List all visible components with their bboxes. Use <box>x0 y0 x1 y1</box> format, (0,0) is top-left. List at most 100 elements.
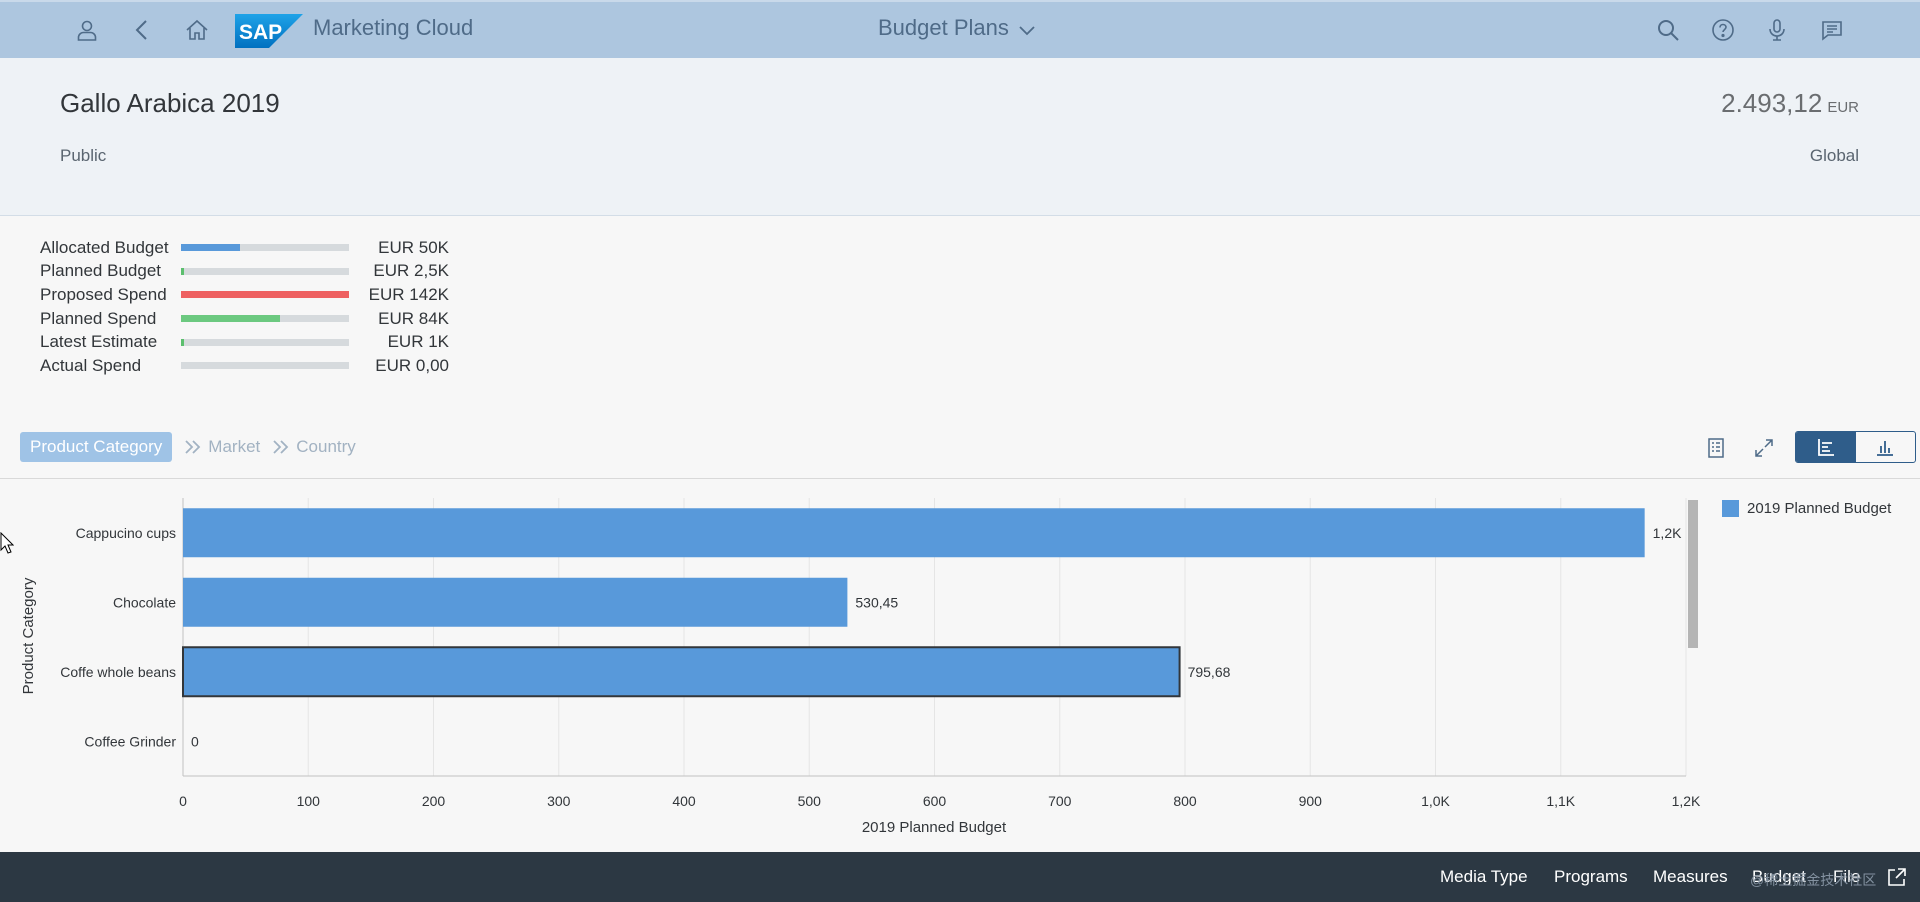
media-type-button[interactable]: Media Type <box>1440 867 1528 887</box>
budget-chart: 0 100 200 300 400 500 600 700 800 900 1,0K 1,1K 1,2K… <box>0 480 1920 852</box>
budget-bar-label: Actual Spend <box>40 355 142 375</box>
category-label: Cappucino cups <box>76 525 176 541</box>
chart-scrollbar[interactable] <box>1688 500 1698 648</box>
watermark: @稀土掘金技术社区 <box>1750 872 1877 888</box>
scope-label: Global <box>1809 146 1859 165</box>
help-icon[interactable] <box>1709 16 1737 44</box>
share-icon[interactable] <box>1886 866 1908 888</box>
budget-bar-value: EUR 50K <box>378 237 449 257</box>
budget-bar-track <box>181 267 349 275</box>
programs-button[interactable]: Programs <box>1554 867 1628 887</box>
amount-value: 2.493,12 <box>1721 88 1823 118</box>
object-header: Gallo Arabica 2019 Public 2.493,12 EUR G… <box>0 58 1920 216</box>
data-label: 795,68 <box>1188 664 1231 680</box>
budget-bar-track <box>181 291 349 299</box>
double-chevron-right-icon <box>273 440 289 454</box>
chevron-down-icon <box>1019 26 1035 36</box>
svg-text:SAP: SAP <box>239 21 282 44</box>
back-icon[interactable] <box>129 16 157 44</box>
chart-bar <box>182 646 1181 698</box>
drill-country[interactable]: Country <box>296 437 356 457</box>
budget-bars: Allocated Budget EUR 50K Planned Budget … <box>40 236 460 378</box>
drilldown-breadcrumb: Product Category Market Country <box>20 431 356 463</box>
budget-bar-fill <box>181 291 349 299</box>
budget-bar-fill <box>181 338 185 346</box>
x-tick-label: 900 <box>1299 793 1323 809</box>
legend-label: 2019 Planned Budget <box>1747 500 1892 517</box>
budget-bar-fill <box>181 267 185 275</box>
budget-bar-label: Planned Spend <box>40 308 157 328</box>
x-tick-label: 100 <box>297 793 321 809</box>
measures-button[interactable]: Measures <box>1653 867 1728 887</box>
x-tick-label: 200 <box>422 793 446 809</box>
data-label: 0 <box>191 733 199 749</box>
budget-bar-track <box>181 244 349 252</box>
notifications-menu-icon[interactable] <box>1818 16 1846 44</box>
app-title: Marketing Cloud <box>313 15 474 40</box>
budget-bar-row: Planned Spend EUR 84K <box>40 307 460 331</box>
budget-bar-row: Proposed Spend EUR 142K <box>40 283 460 307</box>
x-axis-title: 2019 Planned Budget <box>862 819 1007 836</box>
plan-title: Gallo Arabica 2019 <box>60 88 280 118</box>
mouse-cursor-icon <box>0 532 14 554</box>
bar-chart: 0 100 200 300 400 500 600 700 800 900 1,0K 1,1K 1,2K… <box>20 498 1701 836</box>
y-axis-title: Product Category <box>20 577 37 694</box>
x-tick-label: 0 <box>179 793 187 809</box>
toolbar-divider <box>0 478 1920 479</box>
sap-logo: SAP <box>235 14 303 48</box>
budget-bar-fill <box>181 244 240 252</box>
amount-currency: EUR <box>1827 99 1859 116</box>
data-label: 1,2K <box>1653 525 1682 541</box>
budget-bar-label: Allocated Budget <box>40 237 169 257</box>
budget-bar-row: Latest Estimate EUR 1K <box>40 330 460 354</box>
shell-bar: SAP Marketing Cloud Budget Plans <box>0 0 1920 58</box>
column-chart-button[interactable] <box>1856 432 1916 462</box>
budget-bar-fill <box>181 315 281 323</box>
budget-bar-row: Planned Budget EUR 2,5K <box>40 260 460 284</box>
budget-bar-label: Planned Budget <box>40 261 161 281</box>
visibility-label: Public <box>60 146 107 165</box>
x-tick-label: 1,2K <box>1672 793 1701 809</box>
budget-bar-value: EUR 1K <box>387 332 449 352</box>
x-tick-label: 800 <box>1173 793 1197 809</box>
user-icon[interactable] <box>73 16 101 44</box>
budget-bar-label: Latest Estimate <box>40 332 158 352</box>
chart-bars <box>182 508 1645 698</box>
category-label: Chocolate <box>113 594 176 610</box>
budget-bar-track <box>181 338 349 346</box>
plan-amount: 2.493,12 EUR <box>1721 88 1859 119</box>
chart-legend: 2019 Planned Budget <box>1722 500 1891 517</box>
column-chart-icon <box>1877 441 1894 456</box>
drill-product-category[interactable]: Product Category <box>20 432 173 462</box>
budget-bar-row: Actual Spend EUR 0,00 <box>40 354 460 378</box>
budget-bar-label: Proposed Spend <box>40 284 167 304</box>
x-tick-label: 700 <box>1048 793 1072 809</box>
bar-chart-horizontal-button[interactable] <box>1796 432 1856 462</box>
chart-bar <box>183 508 1645 558</box>
budget-bar-track <box>181 315 349 323</box>
double-chevron-right-icon <box>185 440 201 454</box>
budget-plans-menu[interactable]: Budget Plans <box>878 15 1037 41</box>
search-icon[interactable] <box>1654 16 1682 44</box>
budget-bar-track <box>181 362 349 370</box>
footer-toolbar: Media Type Programs Measures Budget File <box>0 852 1920 902</box>
home-icon[interactable] <box>183 16 211 44</box>
category-label: Coffe whole beans <box>60 664 176 680</box>
legend-swatch <box>1722 500 1739 517</box>
center-title-label: Budget Plans <box>878 15 1009 40</box>
category-label: Coffee Grinder <box>84 733 176 749</box>
budget-bar-value: EUR 0,00 <box>375 355 449 375</box>
x-tick-label: 400 <box>672 793 696 809</box>
fullscreen-icon[interactable] <box>1750 434 1778 462</box>
chart-bar <box>183 577 848 627</box>
table-view-icon[interactable] <box>1702 434 1730 462</box>
x-tick-label: 1,0K <box>1421 793 1450 809</box>
bar-chart-horizontal-icon <box>1817 439 1834 456</box>
data-label: 530,45 <box>855 594 898 610</box>
x-tick-label: 500 <box>798 793 822 809</box>
x-tick-label: 600 <box>923 793 947 809</box>
budget-bar-value: EUR 2,5K <box>373 261 449 281</box>
budget-bar-value: EUR 142K <box>368 284 449 304</box>
microphone-icon[interactable] <box>1763 16 1791 44</box>
drill-market[interactable]: Market <box>208 437 260 457</box>
